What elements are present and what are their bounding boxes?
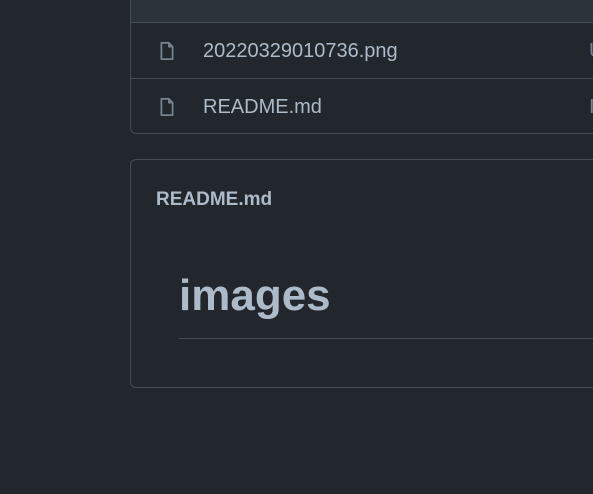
file-commit-message[interactable]: I [589,97,593,117]
file-name-link[interactable]: 20220329010736.png [203,41,398,61]
file-row[interactable]: 20220329010736.png U [131,23,593,79]
readme-panel: README.md images [130,159,593,388]
heading-divider [179,338,593,339]
file-row[interactable]: README.md I [131,79,593,133]
readme-title[interactable]: README.md [156,190,272,209]
readme-heading: images [179,271,331,320]
file-name-link[interactable]: README.md [203,97,322,117]
file-list-header [131,0,593,23]
page: 20220329010736.png U README.md I README.… [0,0,593,494]
file-commit-message[interactable]: U [589,41,593,61]
file-icon [160,41,174,60]
file-icon [160,97,174,116]
file-list: 20220329010736.png U README.md I [130,0,593,134]
